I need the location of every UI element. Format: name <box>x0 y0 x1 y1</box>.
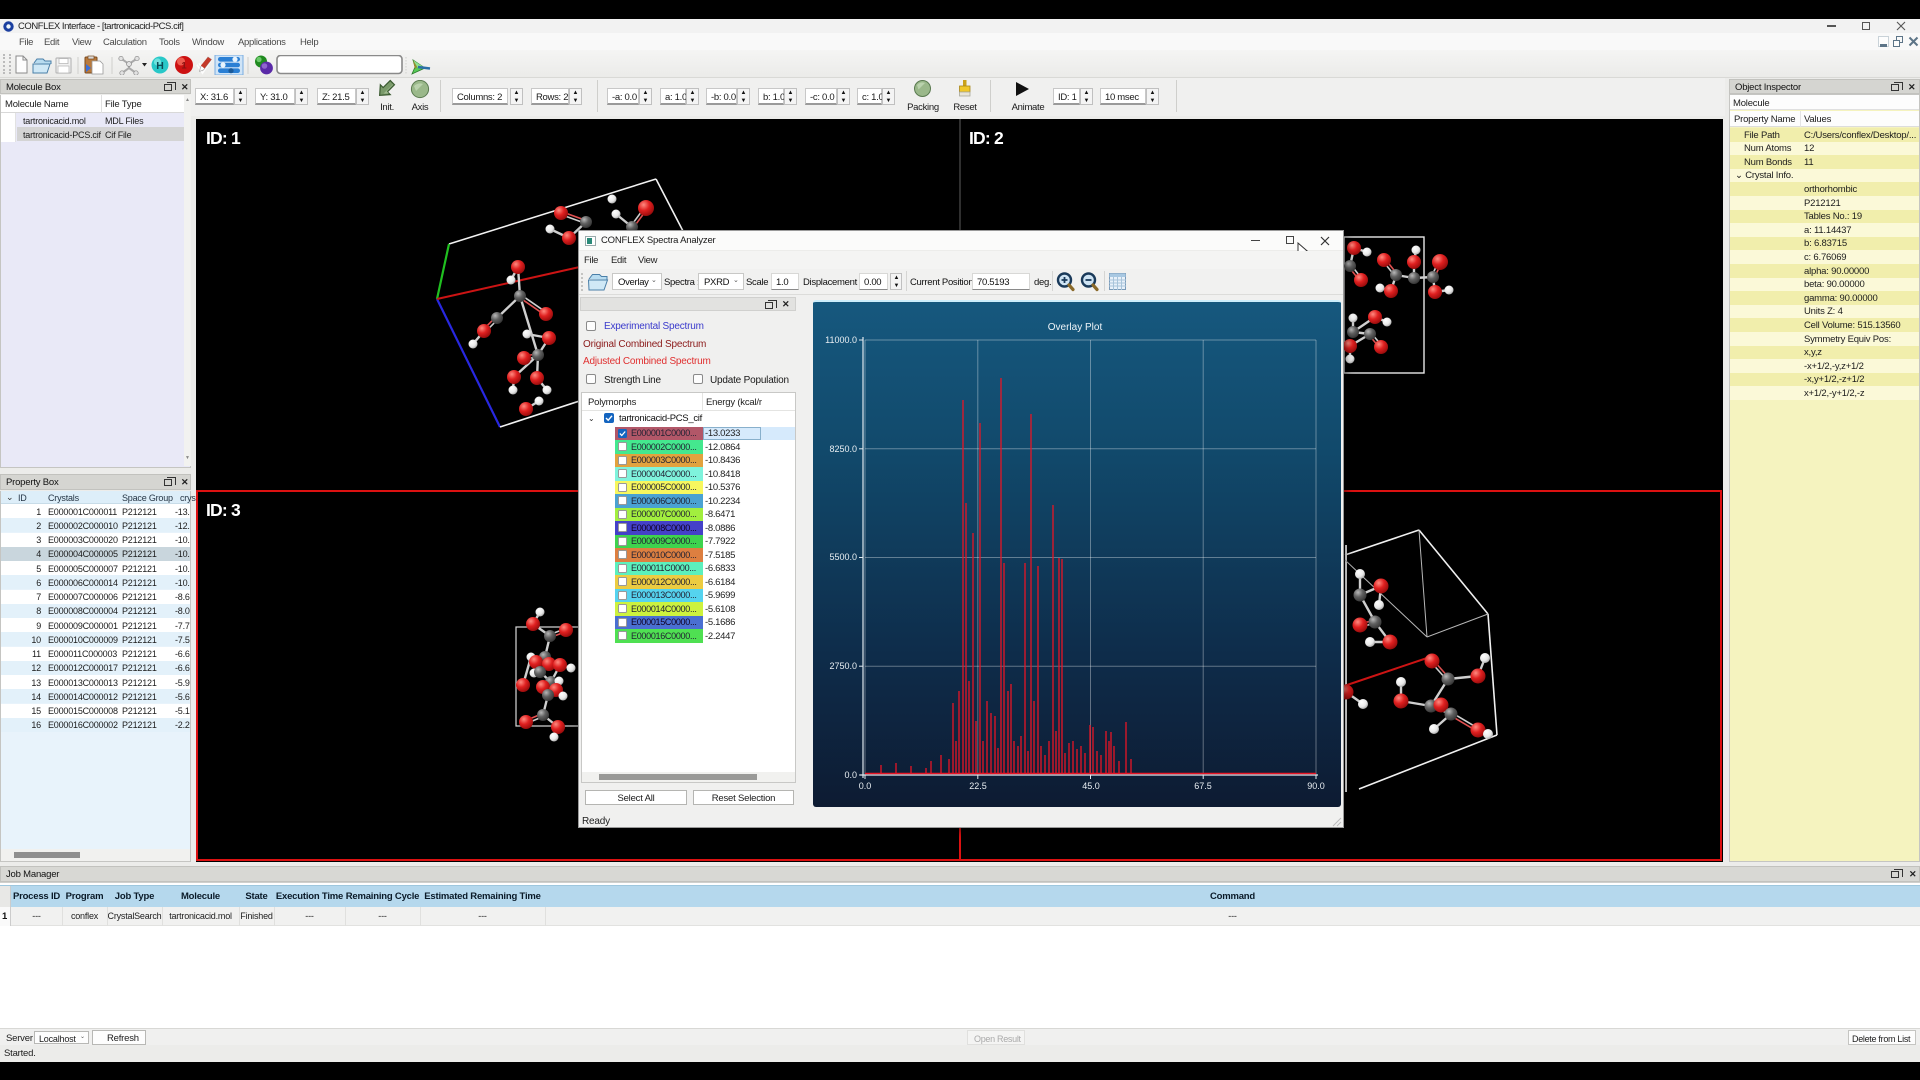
svg-text:1: 1 <box>181 61 187 72</box>
svg-text:22.5: 22.5 <box>969 781 987 791</box>
svg-text:Overlay Plot: Overlay Plot <box>1048 322 1103 333</box>
svg-text:8250.0: 8250.0 <box>829 444 857 454</box>
svg-text:0.0: 0.0 <box>844 770 857 780</box>
svg-text:5500.0: 5500.0 <box>829 552 857 562</box>
svg-text:2750.0: 2750.0 <box>829 661 857 671</box>
svg-text:45.0: 45.0 <box>1082 781 1100 791</box>
svg-text:67.5: 67.5 <box>1194 781 1212 791</box>
svg-text:11000.0: 11000.0 <box>825 335 857 345</box>
svg-text:90.0: 90.0 <box>1307 781 1325 791</box>
svg-text:H: H <box>156 60 164 72</box>
svg-text:0.0: 0.0 <box>859 781 872 791</box>
